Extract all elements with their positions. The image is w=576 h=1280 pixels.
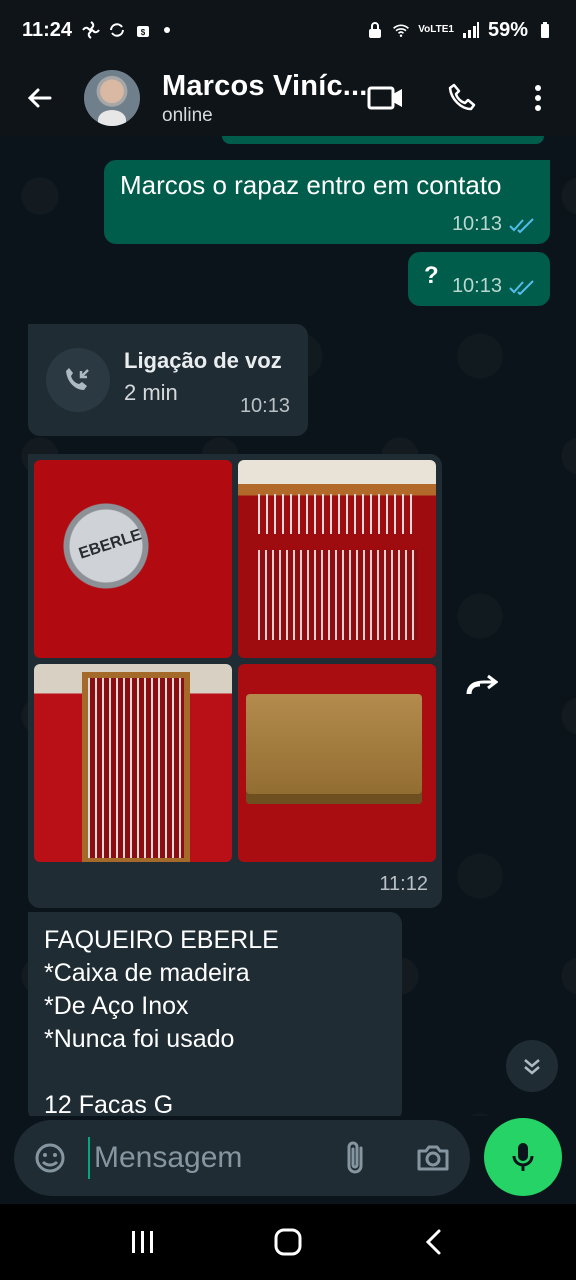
incoming-call-icon [46, 348, 110, 412]
call-title: Ligação de voz [124, 348, 282, 373]
notification-dot [164, 27, 171, 33]
double-check-icon [509, 279, 534, 295]
album-photo-cutlery-set[interactable] [34, 664, 232, 862]
description-blank-line [44, 1056, 386, 1089]
message-time: 11:12 [379, 873, 428, 895]
network-label: VoLTE1 [418, 24, 454, 35]
camera-icon [417, 1145, 449, 1171]
shop-icon: $ [134, 21, 152, 39]
photo-album-message[interactable]: 11:12 [28, 454, 442, 908]
back-arrow-icon [27, 88, 52, 108]
signal-icon [462, 21, 480, 39]
svg-text:$: $ [141, 28, 146, 37]
battery-icon [536, 21, 554, 39]
message-input[interactable] [94, 1141, 304, 1175]
system-navigation-bar [0, 1204, 576, 1280]
description-line: 12 Facas G [44, 1091, 174, 1116]
call-duration: 2 min [124, 380, 178, 405]
album-photo-cutlery-box-open[interactable] [238, 460, 436, 658]
back-button[interactable] [393, 1212, 473, 1272]
sticker-button[interactable] [30, 1138, 70, 1178]
description-message[interactable]: FAQUEIRO EBERLE *Caixa de madeira *De Aç… [28, 912, 402, 1116]
mic-icon [512, 1143, 534, 1171]
message-time: 10:13 [239, 395, 290, 417]
contact-status: online [162, 104, 213, 126]
double-check-icon [509, 217, 534, 233]
voice-message-button[interactable] [484, 1118, 562, 1196]
voice-call-icon [448, 83, 476, 111]
attach-button[interactable] [336, 1137, 378, 1179]
voice-call-button[interactable] [434, 66, 490, 130]
description-line: *De Aço Inox [44, 992, 189, 1020]
message-text: Marcos o rapaz entro em contato [120, 170, 502, 200]
forward-icon [466, 674, 498, 695]
wifi-icon [392, 21, 410, 39]
chat-header: Marcos Viníc... online [0, 60, 576, 136]
back-arrow-button[interactable] [8, 66, 72, 130]
description-line: *Nunca foi usado [44, 1025, 235, 1053]
description-line: *Caixa de madeira [44, 959, 250, 987]
outgoing-message[interactable]: Marcos o rapaz entro em contato 10:13 [104, 160, 550, 244]
sync-icon [108, 21, 126, 39]
home-button[interactable] [248, 1212, 328, 1272]
recent-apps-icon [131, 1231, 153, 1253]
scroll-down-button[interactable] [506, 1040, 558, 1092]
video-call-button[interactable] [358, 66, 414, 130]
contact-avatar[interactable] [84, 70, 140, 126]
battery-percent: 59% [487, 18, 528, 41]
contact-info[interactable]: Marcos Viníc... online [162, 70, 368, 127]
status-bar: 11:24 $ VoLTE1 59% [0, 0, 576, 60]
album-photo-wooden-case[interactable] [238, 664, 436, 862]
scroll-down-icon [524, 1059, 540, 1075]
message-text: ? [424, 262, 439, 289]
lock-icon [366, 21, 384, 39]
forward-button[interactable] [454, 658, 508, 712]
more-options-button[interactable] [510, 66, 566, 130]
message-time: 10:13 [451, 213, 502, 235]
previous-message-fragment [222, 136, 544, 144]
video-call-icon [367, 86, 402, 110]
outgoing-message[interactable]: ? 10:13 [408, 252, 550, 306]
fan-icon [82, 21, 100, 39]
recent-apps-button[interactable] [103, 1212, 183, 1272]
description-line: FAQUEIRO EBERLE [44, 926, 279, 954]
camera-button[interactable] [412, 1137, 454, 1179]
text-cursor [88, 1137, 90, 1179]
attach-icon [347, 1141, 363, 1174]
album-photo-emblem[interactable] [34, 460, 232, 658]
home-icon [274, 1228, 302, 1256]
voice-call-message[interactable]: Ligação de voz 2 min 10:13 [28, 324, 308, 436]
more-options-icon [535, 85, 541, 111]
back-icon [426, 1229, 441, 1255]
status-time: 11:24 [22, 18, 73, 41]
sticker-icon [35, 1143, 65, 1173]
message-time: 10:13 [451, 275, 502, 297]
contact-name[interactable]: Marcos Viníc... [162, 70, 368, 103]
chat-area[interactable]: Marcos o rapaz entro em contato 10:13 ? … [0, 136, 576, 1116]
message-composer[interactable] [14, 1120, 470, 1196]
